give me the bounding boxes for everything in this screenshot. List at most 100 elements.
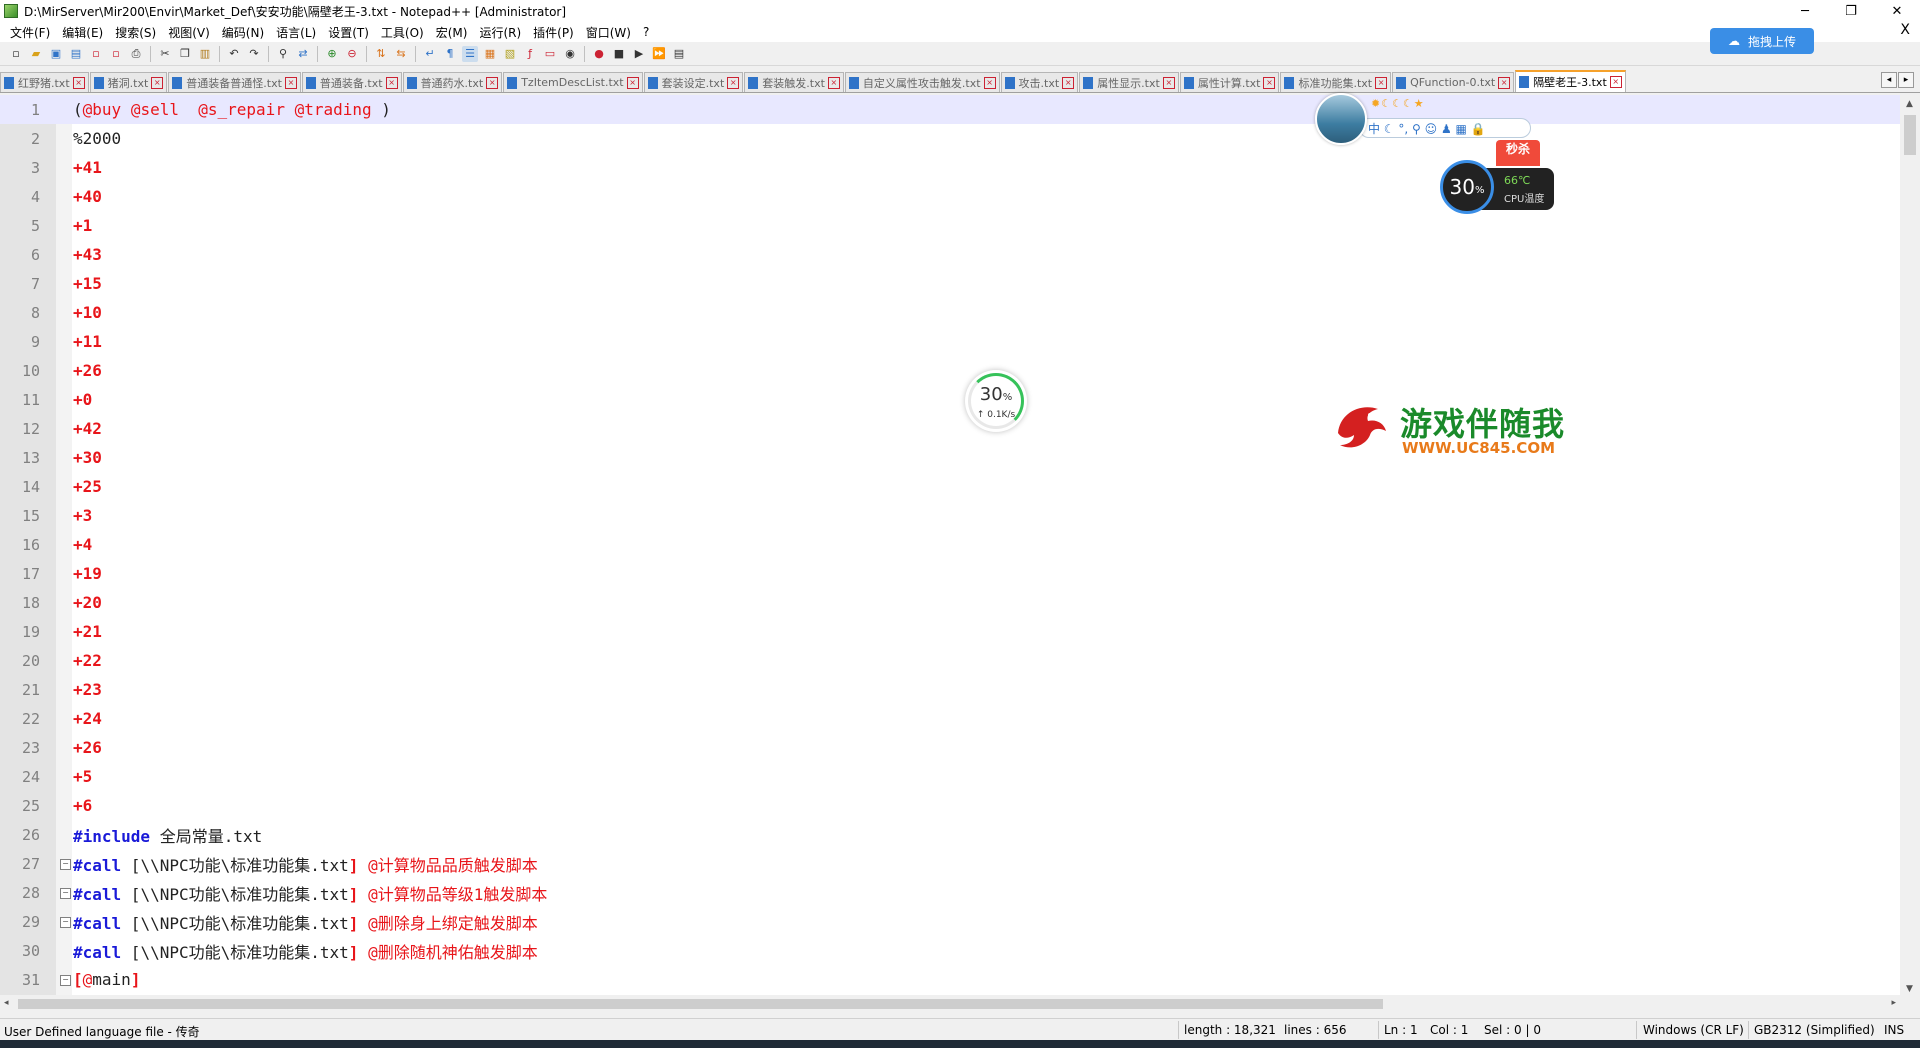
- code-line[interactable]: 10 +26: [0, 356, 1900, 385]
- close-document-icon[interactable]: X: [1900, 22, 1910, 38]
- drag-upload-button[interactable]: ☁ 拖拽上传: [1710, 28, 1814, 54]
- code-line[interactable]: 24 +5: [0, 762, 1900, 791]
- code-line[interactable]: 12 +42: [0, 414, 1900, 443]
- copy-icon[interactable]: ❐: [177, 46, 193, 62]
- monitoring-icon[interactable]: ◉: [562, 46, 578, 62]
- menu-item[interactable]: 窗口(W): [580, 24, 637, 41]
- folder-as-workspace-icon[interactable]: ▭: [542, 46, 558, 62]
- tab-scroll-right-icon[interactable]: ▸: [1898, 72, 1914, 88]
- document-tab[interactable]: 属性显示.txt ×: [1079, 72, 1179, 92]
- tab-close-icon[interactable]: ×: [626, 76, 639, 89]
- code-line[interactable]: 31 − [@main]: [0, 965, 1900, 994]
- document-tab[interactable]: 标准功能集.txt ×: [1280, 72, 1392, 92]
- tab-close-icon[interactable]: ×: [827, 76, 840, 89]
- code-line[interactable]: 13 +30: [0, 443, 1900, 472]
- horizontal-scrollbar[interactable]: ◂ ▸: [0, 995, 1900, 1013]
- document-tab[interactable]: 属性计算.txt ×: [1179, 72, 1280, 92]
- tab-close-icon[interactable]: ×: [727, 76, 740, 89]
- tab-close-icon[interactable]: ×: [385, 76, 398, 89]
- fold-toggle-icon[interactable]: −: [60, 859, 71, 870]
- show-all-chars-icon[interactable]: ¶: [442, 46, 458, 62]
- menu-item[interactable]: 运行(R): [473, 24, 527, 41]
- document-tab[interactable]: 自定义属性攻击触发.txt ×: [844, 72, 1000, 92]
- tab-close-icon[interactable]: ×: [486, 76, 499, 89]
- code-line[interactable]: 5 +1: [0, 211, 1900, 240]
- tab-close-icon[interactable]: ×: [72, 76, 85, 89]
- code-line[interactable]: 6 +43: [0, 240, 1900, 269]
- tab-close-icon[interactable]: ×: [1263, 76, 1276, 89]
- code-line[interactable]: 9 +11: [0, 327, 1900, 356]
- document-tab[interactable]: 猪洞.txt ×: [89, 72, 168, 92]
- new-file-icon[interactable]: ▫: [8, 46, 24, 62]
- word-wrap-icon[interactable]: ↵: [422, 46, 438, 62]
- save-icon[interactable]: ▣: [48, 46, 64, 62]
- code-line[interactable]: 26 #include 全局常量.txt: [0, 820, 1900, 849]
- assistant-avatar[interactable]: [1315, 93, 1367, 145]
- document-tab[interactable]: 普通装备.txt ×: [301, 72, 402, 92]
- close-button[interactable]: ✕: [1874, 0, 1920, 22]
- menu-item[interactable]: 工具(O): [375, 24, 430, 41]
- code-line[interactable]: 19 +21: [0, 617, 1900, 646]
- record-macro-icon[interactable]: ●: [591, 46, 607, 62]
- menu-item[interactable]: 插件(P): [527, 24, 580, 41]
- menu-item[interactable]: ?: [637, 25, 655, 39]
- code-line[interactable]: 3 +41: [0, 153, 1900, 182]
- close-file-icon[interactable]: ▫: [88, 46, 104, 62]
- paste-icon[interactable]: ▥: [197, 46, 213, 62]
- tab-close-icon[interactable]: ×: [1062, 76, 1075, 89]
- undo-icon[interactable]: ↶: [226, 46, 242, 62]
- scroll-down-icon[interactable]: ▼: [1906, 984, 1913, 994]
- udl-icon[interactable]: ▦: [482, 46, 498, 62]
- play-macro-icon[interactable]: ▶: [631, 46, 647, 62]
- code-line[interactable]: 7 +15: [0, 269, 1900, 298]
- code-line[interactable]: 29 − #call [\\NPC功能\标准功能集.txt] @删除身上绑定触发脚本: [0, 907, 1900, 936]
- fold-toggle-icon[interactable]: −: [60, 888, 71, 899]
- tab-close-icon[interactable]: ×: [1162, 76, 1175, 89]
- indent-guide-icon[interactable]: ☰: [462, 45, 478, 62]
- tab-close-icon[interactable]: ×: [1375, 76, 1388, 89]
- document-tab[interactable]: 套装设定.txt ×: [643, 72, 744, 92]
- tab-close-icon[interactable]: ×: [151, 76, 164, 89]
- scroll-up-icon[interactable]: ▲: [1906, 99, 1913, 109]
- code-line[interactable]: 28 − #call [\\NPC功能\标准功能集.txt] @计算物品等级1触发脚…: [0, 878, 1900, 907]
- replace-icon[interactable]: ⇄: [295, 46, 311, 62]
- menu-item[interactable]: 视图(V): [162, 24, 216, 41]
- code-line[interactable]: 20 +22: [0, 646, 1900, 675]
- assistant-toolbar[interactable]: 中 ☾ °, ⚲ ☺ ♟ ▦ 🔒: [1359, 118, 1531, 138]
- close-all-icon[interactable]: ▫: [108, 46, 124, 62]
- code-line[interactable]: 21 +23: [0, 675, 1900, 704]
- tab-close-icon[interactable]: ×: [284, 76, 297, 89]
- menu-item[interactable]: 搜索(S): [109, 24, 162, 41]
- tab-close-icon[interactable]: ×: [1498, 76, 1511, 89]
- document-tab[interactable]: 隔壁老王-3.txt ×: [1515, 70, 1626, 92]
- stop-macro-icon[interactable]: ■: [611, 46, 627, 62]
- find-icon[interactable]: ⚲: [275, 46, 291, 62]
- code-line[interactable]: 1 (@buy @sell @s_repair @trading ): [0, 95, 1900, 124]
- assistant-widget[interactable]: ✹☾☾☾★ 中 ☾ °, ⚲ ☺ ♟ ▦ 🔒: [1315, 93, 1545, 145]
- document-tab[interactable]: 攻击.txt ×: [1000, 72, 1079, 92]
- code-line[interactable]: 16 +4: [0, 530, 1900, 559]
- tab-scroll-left-icon[interactable]: ◂: [1881, 72, 1897, 88]
- code-line[interactable]: 23 +26: [0, 733, 1900, 762]
- vertical-scrollbar[interactable]: ▲ ▼: [1900, 95, 1920, 998]
- document-tab[interactable]: TzItemDescList.txt ×: [503, 72, 643, 92]
- sync-vertical-icon[interactable]: ⇅: [373, 46, 389, 62]
- fold-toggle-icon[interactable]: −: [60, 975, 71, 986]
- document-tab[interactable]: 套装触发.txt ×: [744, 72, 844, 92]
- code-line[interactable]: 8 +10: [0, 298, 1900, 327]
- save-all-icon[interactable]: ▤: [68, 46, 84, 62]
- document-tab[interactable]: 普通装备普通怪.txt ×: [168, 72, 301, 92]
- code-line[interactable]: 2 %2000: [0, 124, 1900, 153]
- horizontal-scroll-thumb[interactable]: [18, 999, 1383, 1009]
- code-line[interactable]: 25 +6: [0, 791, 1900, 820]
- code-line[interactable]: 22 +24: [0, 704, 1900, 733]
- cpu-monitor-widget[interactable]: 30% 66℃ CPU温度: [1440, 160, 1556, 218]
- code-line[interactable]: 11 +0: [0, 385, 1900, 414]
- save-macro-icon[interactable]: ▤: [671, 46, 687, 62]
- code-line[interactable]: 30 #call [\\NPC功能\标准功能集.txt] @删除随机神佑触发脚本: [0, 936, 1900, 965]
- scroll-left-icon[interactable]: ◂: [4, 998, 9, 1008]
- fold-toggle-icon[interactable]: −: [60, 917, 71, 928]
- code-line[interactable]: 17 +19: [0, 559, 1900, 588]
- cut-icon[interactable]: ✂: [157, 46, 173, 62]
- scroll-right-icon[interactable]: ▸: [1891, 998, 1896, 1008]
